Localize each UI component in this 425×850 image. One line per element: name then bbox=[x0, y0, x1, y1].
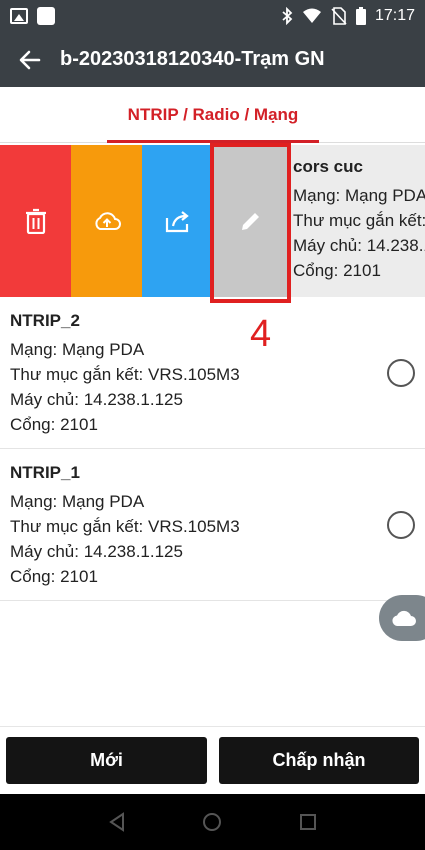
list-item[interactable]: NTRIP_1 Mạng: Mạng PDA Thư mục gắn kết: … bbox=[0, 449, 425, 601]
system-nav-bar bbox=[0, 794, 425, 850]
trash-icon bbox=[25, 208, 46, 234]
tab-bar: NTRIP / Radio / Mạng bbox=[0, 87, 425, 143]
app-notification-icon bbox=[37, 7, 55, 25]
item-host: Máy chủ: 14.238.1.125 bbox=[10, 390, 183, 409]
delete-button[interactable] bbox=[0, 145, 71, 297]
page-title: b-20230318120340-Trạm GN bbox=[60, 48, 325, 70]
item-port: Cổng: 2101 bbox=[10, 415, 98, 434]
swiped-item-content: cors cuc Mạng: Mạng PDA Thư mục gắn kết:… bbox=[293, 157, 425, 283]
back-button[interactable] bbox=[0, 32, 60, 87]
item-mountpoint: Thư mục gắn kết: VRS.105M3 bbox=[10, 365, 240, 384]
home-circle-icon[interactable] bbox=[202, 812, 222, 832]
item-port: Cổng: 2101 bbox=[10, 567, 98, 586]
item-host: Máy chủ: 14.238.1.125 bbox=[10, 542, 183, 561]
no-sim-icon bbox=[331, 7, 347, 25]
image-notification-icon bbox=[10, 8, 28, 24]
item-radio-button[interactable] bbox=[387, 359, 415, 387]
bluetooth-icon bbox=[282, 7, 293, 25]
recents-square-icon[interactable] bbox=[299, 813, 317, 831]
cloud-upload-icon bbox=[94, 212, 121, 230]
accept-button[interactable]: Chấp nhận bbox=[219, 737, 419, 784]
tab-ntrip-radio-network[interactable]: NTRIP / Radio / Mạng bbox=[107, 87, 319, 143]
item-network: Mạng: Mạng PDA bbox=[293, 186, 425, 205]
share-button[interactable] bbox=[142, 145, 213, 297]
cloud-floating-button[interactable] bbox=[379, 595, 425, 641]
arrow-left-icon bbox=[19, 50, 41, 69]
item-network: Mạng: Mạng PDA bbox=[10, 492, 145, 511]
bottom-action-bar: Mới Chấp nhận bbox=[0, 726, 425, 794]
battery-icon bbox=[355, 7, 366, 25]
item-port: Cổng: 2101 bbox=[293, 261, 381, 280]
item-name: NTRIP_1 bbox=[10, 463, 80, 482]
item-network: Mạng: Mạng PDA bbox=[10, 340, 145, 359]
new-button[interactable]: Mới bbox=[6, 737, 207, 784]
list-item[interactable]: NTRIP_2 Mạng: Mạng PDA Thư mục gắn kết: … bbox=[0, 297, 425, 449]
upload-button[interactable] bbox=[71, 145, 142, 297]
app-bar: b-20230318120340-Trạm GN bbox=[0, 32, 425, 87]
wifi-icon bbox=[302, 8, 321, 23]
item-name: cors cuc bbox=[293, 157, 363, 176]
item-name: NTRIP_2 bbox=[10, 311, 80, 330]
status-time: 17:17 bbox=[374, 7, 415, 24]
share-icon bbox=[165, 211, 189, 233]
item-host: Máy chủ: 14.238.1.125 bbox=[293, 236, 425, 255]
annotation-highlight-box bbox=[210, 143, 291, 303]
item-mountpoint: Thư mục gắn kết: VRS.105M3 bbox=[293, 211, 425, 230]
cloud-icon bbox=[392, 610, 416, 626]
item-mountpoint: Thư mục gắn kết: VRS.105M3 bbox=[10, 517, 240, 536]
status-bar: 17:17 bbox=[0, 0, 425, 32]
back-triangle-icon[interactable] bbox=[108, 812, 126, 832]
item-radio-button[interactable] bbox=[387, 511, 415, 539]
